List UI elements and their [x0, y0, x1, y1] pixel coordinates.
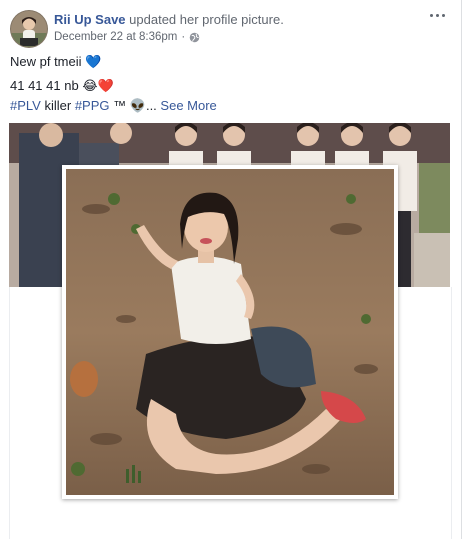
more-options-icon[interactable] — [429, 12, 447, 22]
post-line-1-text: New pf tmeii — [10, 54, 82, 69]
post-action-text: updated her profile picture. — [129, 12, 284, 27]
avatar-image — [11, 11, 47, 47]
post-line-2-text: 41 41 41 nb — [10, 78, 79, 93]
laugh-heart-emoji: 😂❤️ — [82, 78, 114, 93]
author-name-link[interactable]: Rii Up Save — [54, 12, 126, 27]
alien-emoji: 👽 — [129, 98, 146, 113]
profile-photo-image — [66, 169, 394, 495]
ellipsis: ... — [145, 98, 157, 113]
post-line-3: #PLV killer #PPG ™ 👽... See More — [10, 98, 217, 114]
see-more-link[interactable]: See More — [160, 98, 216, 113]
post-header: Rii Up Save updated her profile picture. — [54, 12, 284, 27]
timestamp-link[interactable]: December 22 at 8:36pm — [54, 31, 177, 43]
post-line-1: New pf tmeii 💙 — [10, 54, 101, 70]
meta-separator: · — [181, 31, 186, 43]
blue-heart-emoji: 💙 — [85, 54, 102, 69]
hashtag-plv-link[interactable]: #PLV — [10, 98, 41, 113]
trademark-symbol: ™ — [113, 98, 127, 113]
post-line-2: 41 41 41 nb 😂❤️ — [10, 78, 114, 94]
avatar[interactable] — [10, 10, 48, 48]
feed-post: Rii Up Save updated her profile picture.… — [0, 0, 462, 539]
profile-picture[interactable] — [62, 165, 398, 499]
hashtag-ppg-link[interactable]: #PPG — [75, 98, 110, 113]
post-meta: December 22 at 8:36pm · — [54, 31, 200, 43]
post-line-3-word: killer — [44, 98, 72, 113]
globe-icon[interactable] — [189, 32, 200, 43]
